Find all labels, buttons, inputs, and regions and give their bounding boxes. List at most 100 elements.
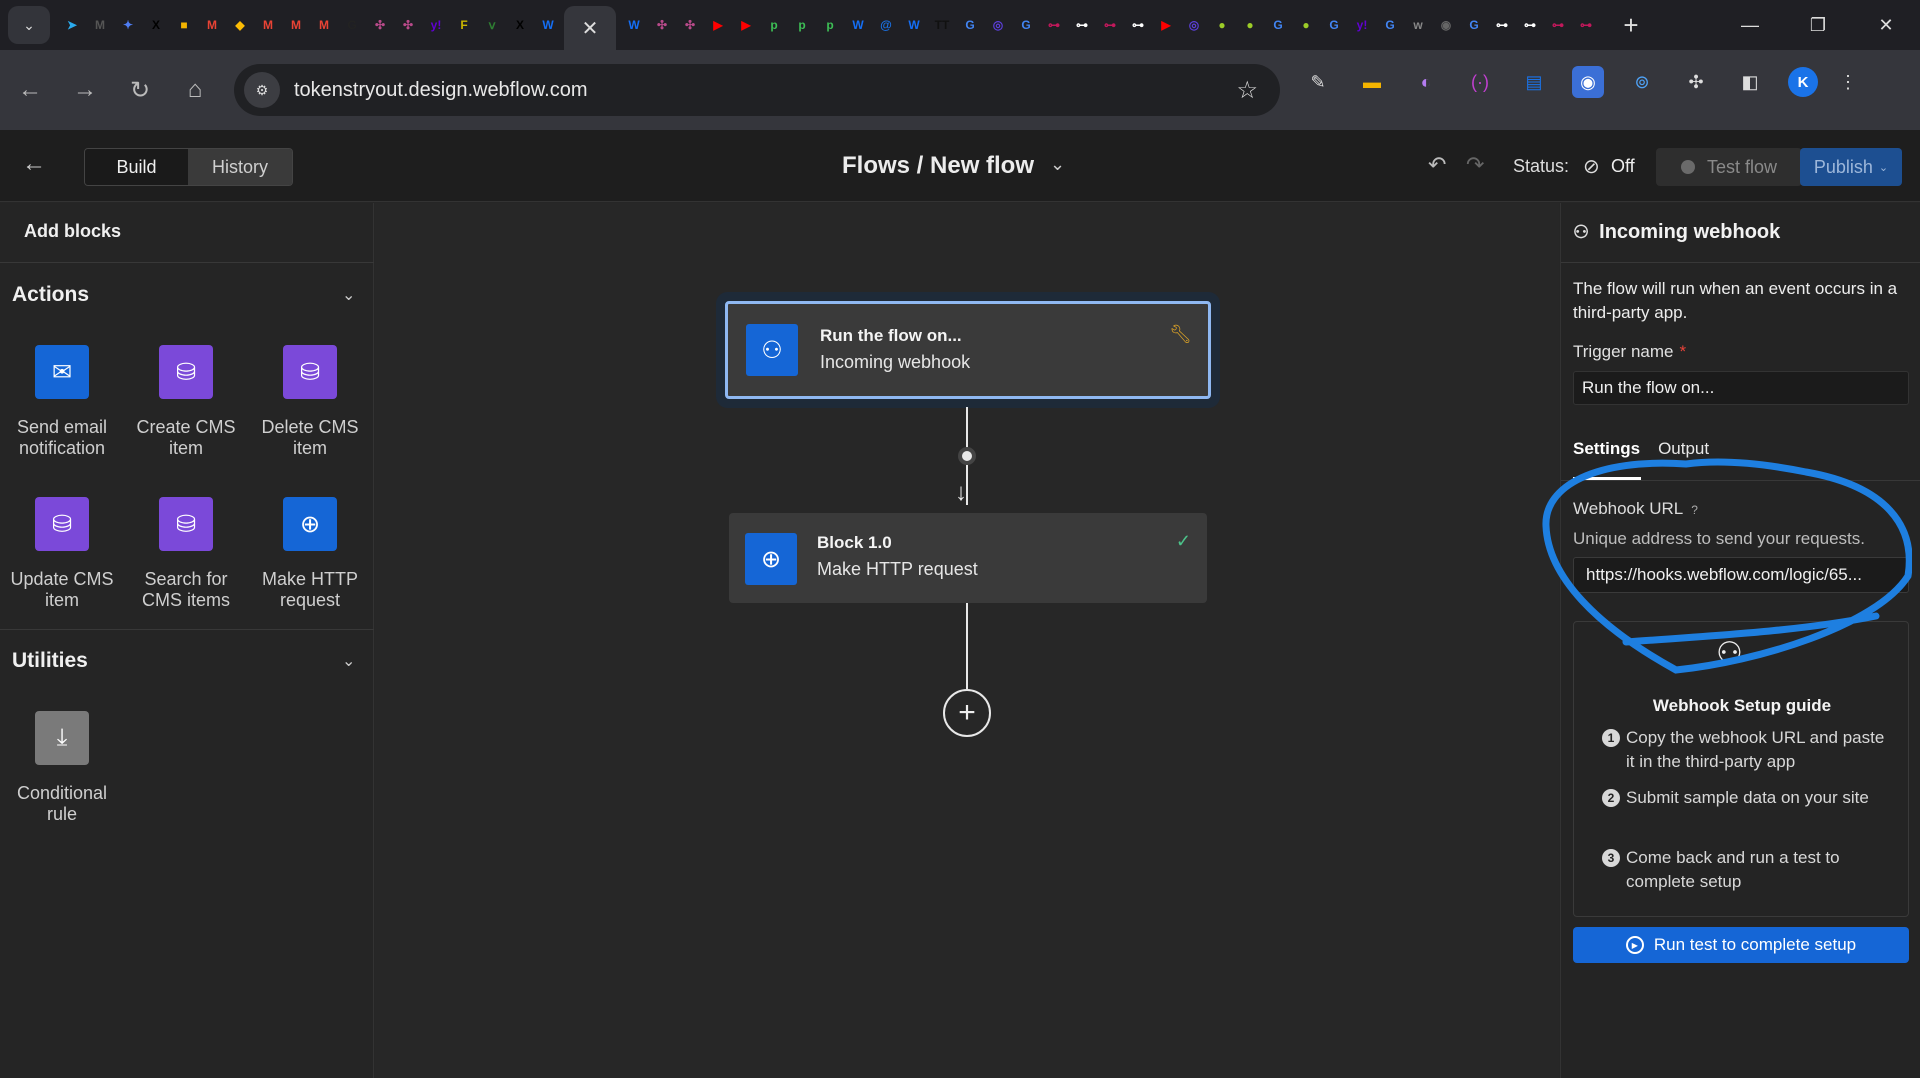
url-text[interactable]: tokenstryout.design.webflow.com [294,79,588,102]
undo-icon[interactable]: ↶ [1428,152,1446,178]
link-favicon[interactable]: ⊶ [1490,13,1514,37]
youtube-favicon[interactable]: ▶ [734,13,758,37]
block-option[interactable]: ⛁ Update CMS item [0,497,124,611]
webflow-favicon[interactable]: W [846,13,870,37]
test-flow-button[interactable]: Test flow [1656,148,1802,186]
publish-button[interactable]: Publish ⌄ [1800,148,1902,186]
side-panel-icon[interactable]: ◧ [1734,66,1766,98]
link-favicon[interactable]: ⊶ [1098,13,1122,37]
webhook-url-field[interactable]: https://hooks.webflow.com/logic/65... [1573,557,1909,593]
p-favicon[interactable]: p [790,13,814,37]
forward-icon[interactable]: → [60,70,110,110]
gemini-favicon[interactable]: ✦ [116,13,140,37]
tab-history[interactable]: History [188,149,292,185]
google-favicon[interactable]: G [1378,13,1402,37]
actions-section-title[interactable]: Actions [12,283,89,307]
block-option[interactable]: ⛁ Delete CMS item [248,345,372,459]
chevron-down-icon[interactable]: ⌄ [342,285,355,305]
back-icon[interactable]: ← [5,70,55,110]
extension-icon[interactable]: ▤ [1518,66,1550,98]
extension-icon[interactable]: ◐ [1410,66,1442,98]
reload-icon[interactable]: ↻ [115,70,165,110]
new-tab-button[interactable]: + [1616,10,1646,40]
site-info-icon[interactable]: ⚙ [244,72,280,108]
link-favicon[interactable]: ⊶ [1070,13,1094,37]
minimize-icon[interactable]: — [1716,0,1784,50]
chevron-down-icon[interactable]: ⌄ [342,651,355,671]
link-favicon[interactable]: ⊶ [1518,13,1542,37]
p-favicon[interactable]: p [818,13,842,37]
google-favicon[interactable]: G [1266,13,1290,37]
browser-menu-icon[interactable]: ⋮ [1832,66,1864,98]
lime-favicon[interactable]: ● [1210,13,1234,37]
link-favicon[interactable]: ⊶ [1574,13,1598,37]
home-icon[interactable]: ⌂ [170,70,220,110]
bookmark-star-icon[interactable]: ☆ [1236,76,1258,105]
block-option[interactable]: ⛁ Create CMS item [124,345,248,459]
profile-avatar[interactable]: K [1788,67,1818,97]
gmail-favicon[interactable]: M [256,13,280,37]
lime-favicon[interactable]: ● [1238,13,1262,37]
webflow-favicon[interactable]: W [622,13,646,37]
run-test-button[interactable]: ▶ Run test to complete setup [1573,927,1909,963]
chevron-down-icon[interactable]: ⌄ [1050,154,1065,175]
google-favicon[interactable]: G [1462,13,1486,37]
restore-icon[interactable]: ❐ [1784,0,1852,50]
tab-settings[interactable]: Settings [1573,439,1640,459]
extension-icon[interactable]: ▬ [1356,66,1388,98]
google-favicon[interactable]: G [1014,13,1038,37]
extensions-puzzle-icon[interactable]: ✣ [1680,66,1712,98]
tab-build[interactable]: Build [85,149,188,185]
spiral-favicon[interactable]: ◎ [1182,13,1206,37]
x-favicon[interactable]: X [144,13,168,37]
help-icon[interactable]: ? [1691,503,1698,517]
tt-favicon[interactable]: TT [930,13,954,37]
yellow-app-favicon[interactable]: ■ [172,13,196,37]
extension-icon[interactable]: ⊚ [1626,66,1658,98]
youtube-favicon[interactable]: ▶ [706,13,730,37]
trigger-name-input[interactable]: Run the flow on... [1573,371,1909,405]
broadcast-favicon[interactable]: ◉ [1434,13,1458,37]
back-arrow-icon[interactable]: ← [22,150,46,178]
redo-icon[interactable]: ↷ [1466,152,1484,178]
x-favicon[interactable]: X [508,13,532,37]
lime-favicon[interactable]: ● [1294,13,1318,37]
block-option[interactable]: ⛁ Search for CMS items [124,497,248,611]
yahoo-favicon[interactable]: y! [424,13,448,37]
medium-favicon[interactable]: M [88,13,112,37]
http-block-node[interactable]: ⊕ Block 1.0 Make HTTP request ✓ [729,513,1207,603]
connector-dot[interactable] [958,447,976,465]
puzzle-favicon[interactable]: ✣ [396,13,420,37]
puzzle-favicon[interactable]: ✣ [650,13,674,37]
tab-search-button[interactable]: ⌄ [8,6,50,44]
gmail-favicon[interactable]: M [284,13,308,37]
link-favicon[interactable]: ⊶ [1546,13,1570,37]
flow-canvas[interactable]: ⚇ Run the flow on... Incoming webhook 🔧︎… [375,203,1559,1078]
telegram-favicon[interactable]: ➤ [60,13,84,37]
google-favicon[interactable]: G [958,13,982,37]
gmail-favicon[interactable]: M [312,13,336,37]
extension-icon[interactable]: ◉ [1572,66,1604,98]
active-tab-close-icon[interactable]: ✕ [564,6,616,50]
gmail-favicon[interactable]: M [200,13,224,37]
link-favicon[interactable]: ⊶ [1126,13,1150,37]
page-title[interactable]: Flows / New flow [842,152,1034,180]
block-option[interactable]: ⤓ Conditional rule [0,711,124,825]
add-block-button[interactable]: + [943,689,991,737]
youtube-favicon[interactable]: ▶ [1154,13,1178,37]
trigger-node[interactable]: ⚇ Run the flow on... Incoming webhook 🔧︎ [725,301,1211,399]
at-favicon[interactable]: @ [874,13,898,37]
link-favicon[interactable]: ⊶ [1042,13,1066,37]
drive-favicon[interactable]: ◆ [228,13,252,37]
block-option[interactable]: ⊕ Make HTTP request [248,497,372,611]
spiral-favicon[interactable]: ◎ [986,13,1010,37]
extension-icon[interactable]: (·) [1464,66,1496,98]
tab-output[interactable]: Output [1658,439,1709,459]
status-value[interactable]: Off [1611,156,1635,177]
close-window-icon[interactable]: ✕ [1852,0,1920,50]
puzzle-favicon[interactable]: ✣ [678,13,702,37]
google-favicon[interactable]: G [1322,13,1346,37]
w-favicon[interactable]: w [1406,13,1430,37]
extension-icon[interactable]: ✎ [1302,66,1334,98]
webflow-favicon[interactable]: W [902,13,926,37]
